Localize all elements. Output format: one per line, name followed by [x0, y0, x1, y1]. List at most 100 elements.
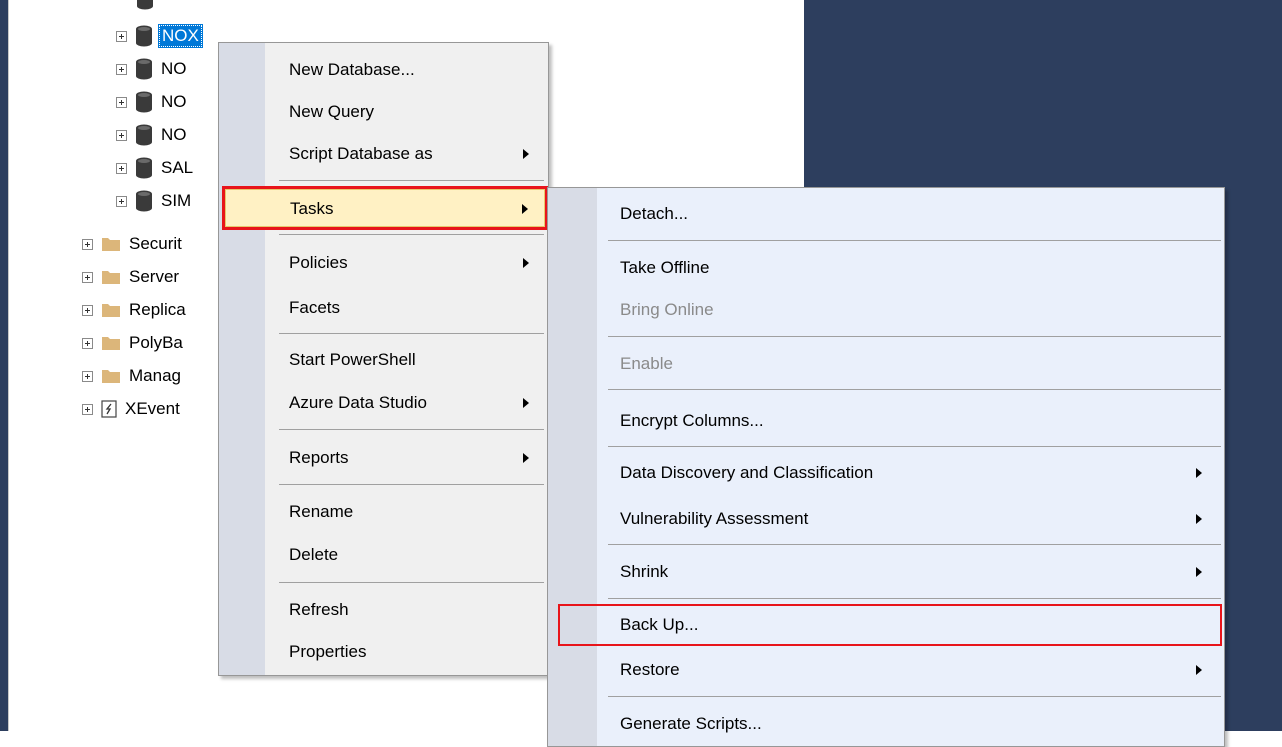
tree-row-folder[interactable]: Replica — [82, 297, 188, 323]
menu-item-label: Rename — [289, 502, 354, 521]
expand-icon[interactable] — [116, 96, 127, 108]
menu-item-azure-data-studio[interactable]: Azure Data Studio — [225, 384, 545, 422]
tree-row-database[interactable]: NO — [116, 56, 189, 82]
menu-item-restore[interactable]: Restore — [560, 651, 1220, 689]
menu-item-shrink[interactable]: Shrink — [560, 553, 1220, 591]
tree-row-folder[interactable]: PolyBa — [82, 330, 185, 356]
tree-row-database[interactable]: NO — [116, 89, 189, 115]
xevent-label[interactable]: XEvent — [123, 399, 182, 419]
menu-item-generate-scripts[interactable]: Generate Scripts... — [560, 705, 1220, 743]
folder-label[interactable]: Replica — [127, 300, 188, 320]
menu-separator — [608, 446, 1221, 447]
folder-label[interactable]: Manag — [127, 366, 183, 386]
menu-item-label: Vulnerability Assessment — [620, 509, 809, 528]
menu-item-label: Policies — [289, 253, 348, 272]
database-context-menu: New Database... New Query Script Databas… — [218, 42, 549, 676]
menu-item-script-database-as[interactable]: Script Database as — [225, 135, 545, 173]
menu-item-tasks[interactable]: Tasks — [222, 186, 548, 230]
menu-item-delete[interactable]: Delete — [225, 536, 545, 574]
menu-item-reports[interactable]: Reports — [225, 439, 545, 477]
submenu-arrow-icon — [523, 149, 529, 159]
tree-row-clipped — [136, 0, 160, 12]
menu-item-label: Start PowerShell — [289, 350, 416, 369]
menu-item-label: Encrypt Columns... — [620, 411, 764, 430]
menu-separator — [608, 389, 1221, 390]
expand-icon[interactable] — [116, 129, 127, 141]
database-icon — [136, 58, 152, 80]
menu-separator — [279, 429, 544, 430]
tree-row-folder[interactable]: Manag — [82, 363, 183, 389]
folder-icon — [102, 370, 120, 383]
menu-item-label: Delete — [289, 545, 339, 564]
tree-row-database[interactable]: SAL — [116, 155, 195, 181]
menu-item-label: Data Discovery and Classification — [620, 463, 874, 482]
menu-item-vulnerability-assessment[interactable]: Vulnerability Assessment — [560, 500, 1220, 538]
menu-item-label: Shrink — [620, 562, 669, 581]
folder-label[interactable]: Server — [127, 267, 181, 287]
expand-icon[interactable] — [82, 403, 93, 415]
menu-item-refresh[interactable]: Refresh — [225, 591, 545, 629]
menu-item-label: Tasks — [290, 199, 334, 218]
expand-icon[interactable] — [82, 337, 93, 349]
menu-item-label: Refresh — [289, 600, 349, 619]
expand-icon[interactable] — [82, 271, 93, 283]
folder-label[interactable]: PolyBa — [127, 333, 185, 353]
menu-separator — [608, 598, 1221, 599]
menu-separator — [608, 240, 1221, 241]
menu-item-properties[interactable]: Properties — [225, 633, 545, 671]
menu-item-back-up[interactable]: Back Up... — [558, 604, 1222, 646]
menu-item-label: Properties — [289, 642, 367, 661]
menu-item-start-powershell[interactable]: Start PowerShell — [225, 341, 545, 379]
submenu-arrow-icon — [1196, 665, 1202, 675]
tree-row-database[interactable]: NOX — [116, 23, 203, 49]
folder-icon — [102, 304, 120, 317]
database-icon — [136, 157, 152, 179]
menu-separator — [279, 234, 544, 235]
menu-item-detach[interactable]: Detach... — [560, 195, 1220, 233]
menu-item-label: Enable — [620, 354, 673, 373]
database-label[interactable]: NO — [159, 125, 189, 145]
database-label[interactable]: NOX — [158, 24, 203, 48]
menu-item-label: Reports — [289, 448, 349, 467]
expand-icon[interactable] — [82, 238, 93, 250]
submenu-arrow-icon — [1196, 468, 1202, 478]
expand-icon[interactable] — [116, 30, 127, 42]
menu-separator — [279, 484, 544, 485]
folder-icon — [102, 271, 120, 284]
menu-item-label: Restore — [620, 660, 680, 679]
submenu-arrow-icon — [1196, 567, 1202, 577]
database-icon — [136, 25, 152, 47]
menu-item-rename[interactable]: Rename — [225, 493, 545, 531]
submenu-arrow-icon — [1196, 514, 1202, 524]
tree-row-database[interactable]: SIM — [116, 188, 193, 214]
menu-item-new-query[interactable]: New Query — [225, 93, 545, 131]
expand-icon[interactable] — [82, 370, 93, 382]
expand-icon[interactable] — [82, 304, 93, 316]
database-label[interactable]: NO — [159, 92, 189, 112]
menu-item-new-database[interactable]: New Database... — [225, 51, 545, 89]
tree-row-folder[interactable]: Securit — [82, 231, 184, 257]
menu-item-label: New Database... — [289, 60, 415, 79]
tree-margin — [8, 0, 31, 731]
menu-item-label: Generate Scripts... — [620, 714, 762, 733]
menu-item-enable: Enable — [560, 345, 1220, 383]
menu-item-data-discovery-classification[interactable]: Data Discovery and Classification — [560, 454, 1220, 492]
tree-row-folder[interactable]: Server — [82, 264, 181, 290]
menu-separator — [279, 333, 544, 334]
tree-row-xevent[interactable]: XEvent — [82, 396, 182, 422]
menu-item-encrypt-columns[interactable]: Encrypt Columns... — [560, 402, 1220, 440]
folder-label[interactable]: Securit — [127, 234, 184, 254]
menu-item-label: Azure Data Studio — [289, 393, 427, 412]
expand-icon[interactable] — [116, 63, 127, 75]
expand-icon[interactable] — [116, 195, 127, 207]
folder-icon — [102, 337, 120, 350]
database-label[interactable]: NO — [159, 59, 189, 79]
database-label[interactable]: SIM — [159, 191, 193, 211]
tree-row-database[interactable]: NO — [116, 122, 189, 148]
menu-item-facets[interactable]: Facets — [225, 289, 545, 327]
menu-item-label: Bring Online — [620, 300, 714, 319]
menu-item-take-offline[interactable]: Take Offline — [560, 249, 1220, 287]
expand-icon[interactable] — [116, 162, 127, 174]
menu-item-policies[interactable]: Policies — [225, 244, 545, 282]
database-label[interactable]: SAL — [159, 158, 195, 178]
